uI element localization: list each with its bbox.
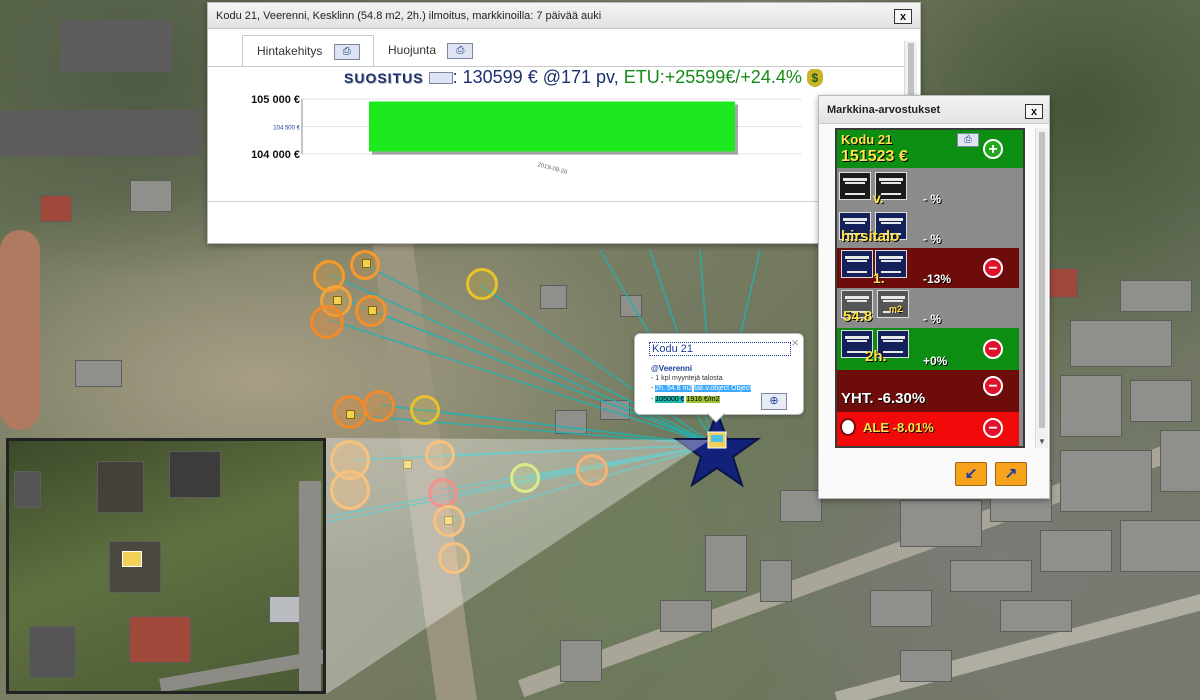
chart-x-tick-label: 2019-08-26 bbox=[537, 162, 569, 176]
recommendation-price: 130599 € @171 pv bbox=[462, 67, 614, 87]
market-panel-title: Markkina-arvostukset bbox=[819, 96, 1049, 124]
tab-hintakehitys-label: Hintakehitys bbox=[257, 44, 323, 58]
chart-y-tick-label: 104 000 € bbox=[251, 149, 300, 161]
info-bubble-close-button[interactable]: × bbox=[791, 335, 799, 350]
inset-building bbox=[109, 541, 161, 593]
market-header: Kodu 21 ⎙ 151523 € + bbox=[837, 130, 1023, 168]
chart-y-tick-label: 104 500 € bbox=[273, 126, 300, 132]
valuation-pct: +0% bbox=[923, 354, 948, 368]
valuation-row-floor: 1. -13% − bbox=[837, 248, 1019, 288]
inset-building bbox=[29, 626, 76, 678]
remove-valuation-button[interactable]: − bbox=[983, 376, 1003, 396]
inset-marker[interactable] bbox=[122, 551, 142, 567]
valuation-pct: -13% bbox=[923, 272, 952, 286]
print-icon[interactable]: ⎙ bbox=[957, 133, 979, 147]
valuation-row-building-type: hirsitalo - % bbox=[837, 208, 1019, 248]
info-object-highlight: tak.v.object Object bbox=[694, 385, 752, 392]
market-panel-close-button[interactable]: x bbox=[1025, 104, 1043, 119]
market-header-name: Kodu 21 bbox=[841, 132, 893, 147]
zoom-in-button[interactable]: ⊕ bbox=[761, 393, 787, 410]
valuation-label: 2h. bbox=[865, 348, 887, 365]
info-bubble-line1: - 1 kpl myyntejä talosta bbox=[651, 375, 723, 382]
valuation-total-row: YHT. -6.30% − bbox=[837, 370, 1019, 412]
market-card: Kodu 21 ⎙ 151523 € + v. - % hirsitalo - … bbox=[835, 128, 1025, 448]
tab-hintakehitys[interactable]: Hintakehitys ⎙ bbox=[242, 35, 374, 67]
zoom-in-icon: ⊕ bbox=[769, 395, 779, 407]
info-bubble-line2: - 2h. 54.8 m2 tak.v.object Object bbox=[651, 385, 752, 392]
building-grid-icon bbox=[839, 172, 871, 200]
chart-y-tick-label: 105 000 € bbox=[251, 94, 300, 106]
hand-stop-icon bbox=[840, 418, 856, 436]
info-bubble-line3: - 105000 € 1916 €/m2 bbox=[651, 396, 720, 403]
valuation-pct: - % bbox=[923, 232, 941, 246]
print-icon[interactable]: ⎙ bbox=[333, 43, 360, 60]
tab-huojunta-label: Huojunta bbox=[388, 43, 437, 57]
money-bag-icon: $ bbox=[806, 69, 823, 88]
remove-valuation-button[interactable]: − bbox=[983, 418, 1003, 438]
remove-valuation-button[interactable]: − bbox=[983, 258, 1003, 278]
market-header-value: 151523 € bbox=[841, 148, 908, 165]
add-valuation-button[interactable]: + bbox=[983, 139, 1003, 159]
recommendation-colon: : bbox=[452, 67, 458, 87]
recommendation-separator: , bbox=[613, 67, 619, 87]
market-panel-scrollbar[interactable]: ▼ bbox=[1035, 128, 1048, 448]
info-price-highlight: 105000 € bbox=[655, 396, 685, 403]
info-bubble-title: Kodu 21 bbox=[649, 342, 791, 356]
valuation-pct: - % bbox=[923, 312, 941, 326]
recommendation-gain: ETU:+25599€/+24.4% bbox=[623, 67, 802, 87]
valuation-row-rooms: 2h. +0% − bbox=[837, 328, 1019, 370]
valuation-unit: m2 bbox=[889, 304, 903, 314]
info-area-highlight: 2h. 54.8 m2 bbox=[655, 385, 693, 392]
valuation-label: 1. bbox=[873, 270, 885, 286]
valuation-discount-row: ALE -8.01% − bbox=[837, 412, 1019, 446]
inset-building bbox=[129, 616, 191, 663]
collapse-button[interactable]: ↙ bbox=[955, 462, 987, 486]
valuation-discount-label: ALE -8.01% bbox=[863, 420, 934, 435]
market-panel: Markkina-arvostukset x Kodu 21 ⎙ 151523 … bbox=[818, 95, 1050, 499]
listing-window-close-button[interactable]: x bbox=[894, 9, 912, 24]
valuation-row-year: v. - % bbox=[837, 168, 1019, 208]
recommendation-label: SUOSITUS bbox=[344, 70, 424, 86]
calc-icon[interactable] bbox=[428, 72, 453, 85]
valuation-total-label: YHT. -6.30% bbox=[841, 390, 926, 407]
expand-button[interactable]: ↗ bbox=[995, 462, 1027, 486]
chart-bottom-divider bbox=[208, 201, 906, 202]
inset-building bbox=[14, 471, 41, 508]
tab-huojunta[interactable]: Huojunta ⎙ bbox=[374, 35, 494, 67]
scroll-down-arrow[interactable]: ▼ bbox=[1036, 437, 1048, 446]
valuation-label: v. bbox=[873, 190, 884, 206]
chart-bar bbox=[369, 101, 735, 152]
info-sqm-highlight: 1916 €/m2 bbox=[686, 396, 720, 403]
info-bubble: Kodu 21 × @Veerenni - 1 kpl myyntejä tal… bbox=[634, 333, 804, 423]
print-icon[interactable]: ⎙ bbox=[447, 42, 474, 59]
bubble-pointer bbox=[707, 413, 725, 423]
listing-window-title: Kodu 21, Veerenni, Kesklinn (54.8 m2, 2h… bbox=[208, 3, 920, 29]
zoom-inset[interactable] bbox=[6, 438, 326, 694]
valuation-label: 54.8 bbox=[843, 308, 873, 325]
recommendation-line: SUOSITUS : 130599 € @171 pv, ETU:+25599€… bbox=[344, 67, 823, 88]
valuation-label: hirsitalo bbox=[841, 228, 900, 245]
valuation-pct: - % bbox=[923, 192, 941, 206]
floor-level-icon bbox=[841, 250, 873, 278]
info-bubble-user: @Veerenni bbox=[651, 364, 693, 373]
inset-building bbox=[169, 451, 221, 498]
valuation-row-area: 54.8 m2 - % bbox=[837, 288, 1019, 328]
inset-building bbox=[97, 461, 144, 513]
price-history-chart: 105 000 € 104 500 € 104 000 € 2019-08-26 bbox=[251, 94, 802, 176]
remove-valuation-button[interactable]: − bbox=[983, 339, 1003, 359]
market-panel-scroll-thumb[interactable] bbox=[1039, 132, 1045, 428]
